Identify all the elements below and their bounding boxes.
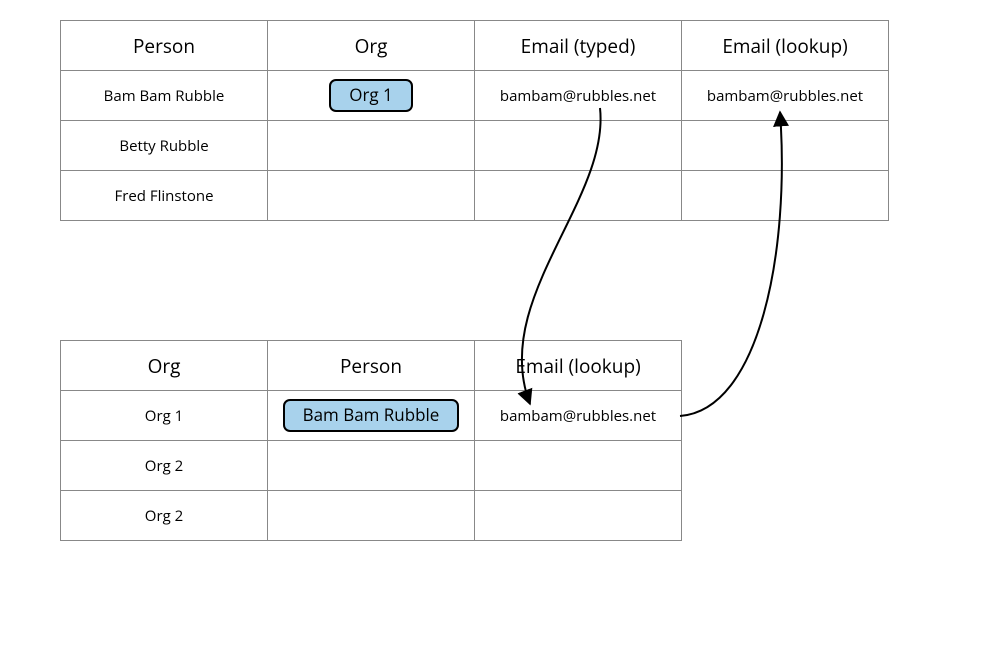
cell-org: Org 2 xyxy=(61,491,268,541)
col-person: Person xyxy=(268,341,475,391)
cell-email-typed xyxy=(475,171,682,221)
orgs-table-header-row: Org Person Email (lookup) xyxy=(61,341,682,391)
col-email-lookup: Email (lookup) xyxy=(682,21,889,71)
cell-email-typed xyxy=(475,121,682,171)
col-email-lookup: Email (lookup) xyxy=(475,341,682,391)
cell-org: Org 2 xyxy=(61,441,268,491)
orgs-table: Org Person Email (lookup) Org 1 Bam Bam … xyxy=(60,340,682,541)
col-org: Org xyxy=(61,341,268,391)
cell-org: Org 1 xyxy=(268,71,475,121)
cell-person: Fred Flinstone xyxy=(61,171,268,221)
org-chip[interactable]: Org 1 xyxy=(329,79,413,111)
cell-org xyxy=(268,171,475,221)
cell-org: Org 1 xyxy=(61,391,268,441)
cell-email-typed: bambam@rubbles.net xyxy=(475,71,682,121)
cell-email-lookup: bambam@rubbles.net xyxy=(682,71,889,121)
cell-email-lookup xyxy=(682,121,889,171)
cell-email-lookup: bambam@rubbles.net xyxy=(475,391,682,441)
cell-person xyxy=(268,441,475,491)
col-org: Org xyxy=(268,21,475,71)
cell-person: Bam Bam Rubble xyxy=(61,71,268,121)
people-table-row: Fred Flinstone xyxy=(61,171,889,221)
cell-person: Betty Rubble xyxy=(61,121,268,171)
orgs-table-row: Org 2 xyxy=(61,441,682,491)
col-email-typed: Email (typed) xyxy=(475,21,682,71)
orgs-table-row: Org 1 Bam Bam Rubble bambam@rubbles.net xyxy=(61,391,682,441)
cell-email-lookup xyxy=(475,491,682,541)
person-chip[interactable]: Bam Bam Rubble xyxy=(283,399,460,431)
cell-person xyxy=(268,491,475,541)
people-table-row: Bam Bam Rubble Org 1 bambam@rubbles.net … xyxy=(61,71,889,121)
orgs-table-row: Org 2 xyxy=(61,491,682,541)
people-table: Person Org Email (typed) Email (lookup) … xyxy=(60,20,889,221)
people-table-row: Betty Rubble xyxy=(61,121,889,171)
cell-org xyxy=(268,121,475,171)
cell-email-lookup xyxy=(682,171,889,221)
cell-email-lookup xyxy=(475,441,682,491)
cell-person: Bam Bam Rubble xyxy=(268,391,475,441)
people-table-header-row: Person Org Email (typed) Email (lookup) xyxy=(61,21,889,71)
col-person: Person xyxy=(61,21,268,71)
